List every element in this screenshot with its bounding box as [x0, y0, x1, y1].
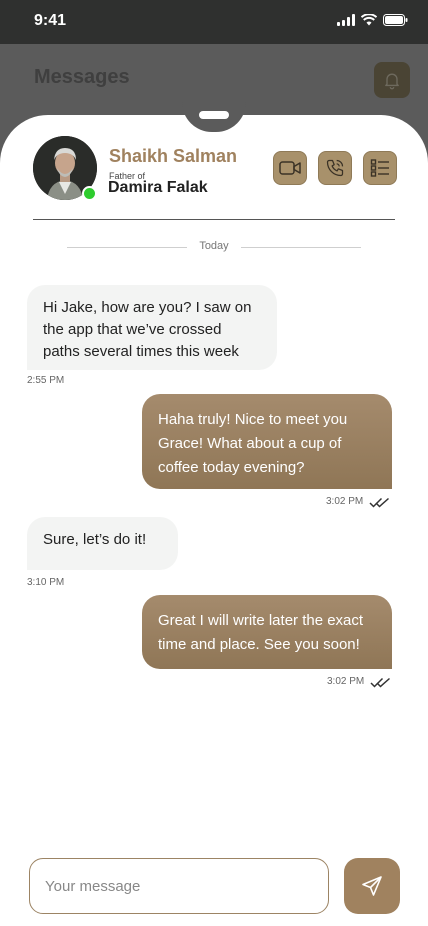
message-time: 2:55 PM — [27, 375, 65, 386]
voice-call-button[interactable] — [318, 151, 352, 185]
message-time: 3:02 PM — [326, 496, 364, 507]
video-camera-icon — [279, 161, 301, 175]
video-call-button[interactable] — [273, 151, 307, 185]
list-icon — [370, 159, 389, 177]
message-input[interactable] — [29, 858, 329, 914]
battery-icon — [383, 14, 408, 26]
message-bubble-incoming[interactable]: Sure, let’s do it! — [27, 517, 178, 570]
status-icons — [337, 14, 408, 26]
wifi-icon — [361, 14, 377, 26]
message-bubble-outgoing[interactable]: Haha truly! Nice to meet you Grace! What… — [142, 394, 392, 489]
bell-icon — [385, 73, 399, 90]
drag-handle[interactable] — [199, 111, 229, 119]
signal-icon — [337, 14, 355, 26]
contact-name: Shaikh Salman — [109, 146, 238, 166]
send-icon — [362, 876, 382, 896]
notifications-button[interactable] — [374, 62, 410, 98]
double-check-icon — [369, 497, 389, 508]
online-status-dot — [82, 186, 97, 201]
status-bar: 9:41 — [0, 0, 428, 44]
day-separator: Today — [199, 240, 229, 252]
message-bubble-outgoing[interactable]: Great I will write later the exact time … — [142, 595, 392, 669]
details-menu-button[interactable] — [363, 151, 397, 185]
message-bubble-incoming[interactable]: Hi Jake, how are you? I saw on the app t… — [27, 285, 277, 370]
status-time: 9:41 — [34, 12, 67, 29]
double-check-icon — [370, 677, 390, 688]
message-time: 3:02 PM — [327, 676, 365, 687]
background-title: Messages — [34, 66, 130, 88]
header-divider — [33, 219, 395, 220]
message-time: 3:10 PM — [27, 577, 65, 588]
child-name: Damira Falak — [108, 179, 208, 196]
day-separator-line-right — [241, 247, 361, 248]
phone-icon — [326, 159, 344, 177]
send-button[interactable] — [344, 858, 400, 914]
